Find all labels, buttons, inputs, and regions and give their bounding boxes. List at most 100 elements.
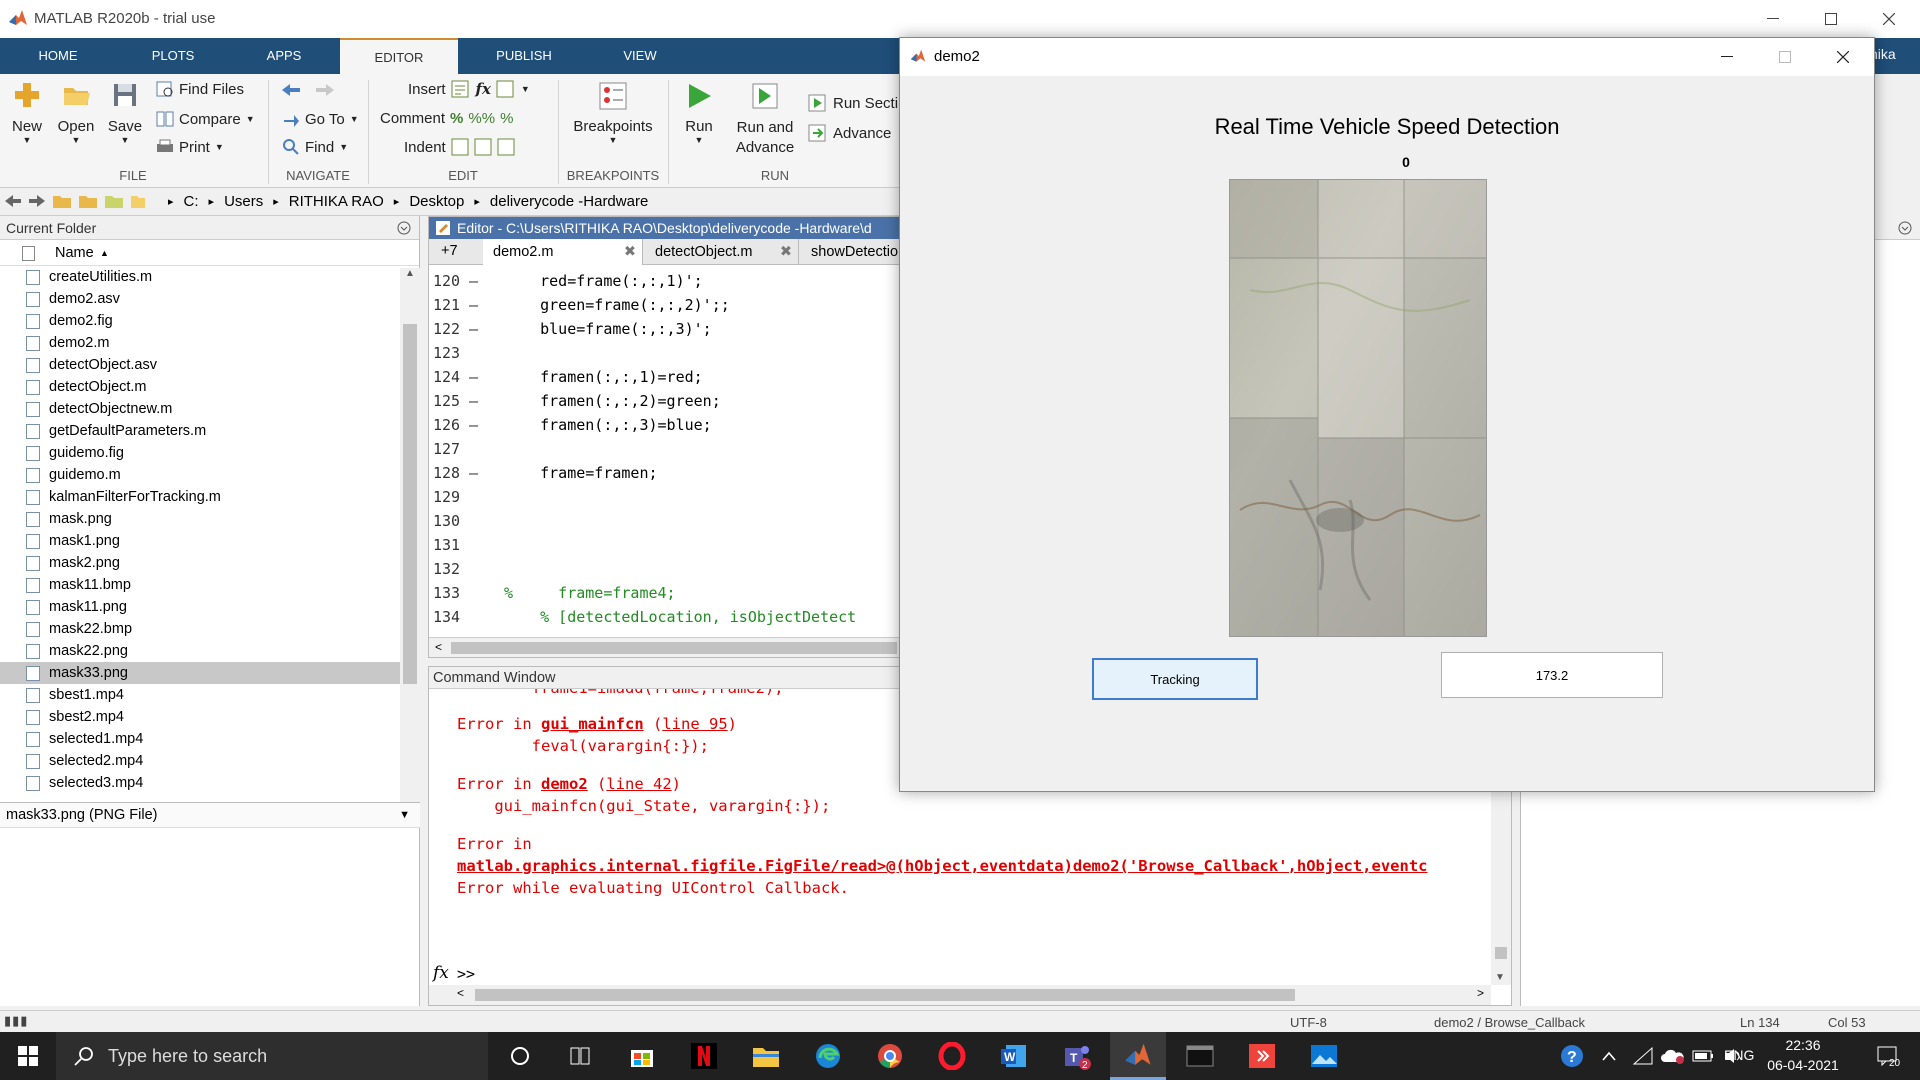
breakpoint-marker[interactable]: – bbox=[469, 389, 478, 413]
comment-button[interactable]: Comment%%%% bbox=[380, 110, 513, 127]
save-button[interactable]: Save ▼ bbox=[104, 80, 146, 145]
error-callback-link[interactable]: matlab.graphics.internal.figfile.FigFile… bbox=[457, 857, 1428, 875]
scroll-up-icon[interactable]: ▲ bbox=[400, 268, 420, 279]
file-list-item[interactable]: kalmanFilterForTracking.m bbox=[0, 486, 400, 508]
file-list-item[interactable]: mask33.png bbox=[0, 662, 400, 684]
breakpoint-marker[interactable]: – bbox=[469, 317, 478, 341]
forward-arrow-icon[interactable] bbox=[314, 82, 336, 98]
error-line-link[interactable]: line 95 bbox=[662, 715, 727, 733]
code-line[interactable]: 125– framen(:,:,2)=green; bbox=[429, 389, 899, 413]
terminal-icon[interactable] bbox=[1172, 1032, 1228, 1080]
folder-settings-icon[interactable] bbox=[104, 193, 124, 209]
code-line[interactable]: 131 bbox=[429, 533, 899, 557]
file-list-item[interactable]: mask22.png bbox=[0, 640, 400, 662]
find-button[interactable]: Find ▼ bbox=[282, 138, 348, 156]
breakpoint-marker[interactable]: – bbox=[469, 413, 478, 437]
close-tab-icon[interactable]: ✖ bbox=[780, 239, 792, 265]
file-list-item[interactable]: sbest1.mp4 bbox=[0, 684, 400, 706]
demo2-close-button[interactable] bbox=[1814, 38, 1872, 76]
file-list-item[interactable]: demo2.m bbox=[0, 332, 400, 354]
breadcrumb-item[interactable]: C: bbox=[184, 193, 199, 210]
file-list-item[interactable]: createUtilities.m bbox=[0, 266, 400, 288]
file-list-item[interactable]: selected2.mp4 bbox=[0, 750, 400, 772]
insert-button[interactable]: Insert fx ▼ bbox=[408, 80, 530, 98]
more-tabs-button[interactable]: +7 bbox=[441, 243, 458, 259]
code-line[interactable]: 124– framen(:,:,1)=red; bbox=[429, 365, 899, 389]
code-line[interactable]: 126– framen(:,:,3)=blue; bbox=[429, 413, 899, 437]
windows-start-icon[interactable] bbox=[0, 1032, 56, 1080]
up-folder-icon[interactable] bbox=[52, 193, 72, 209]
tab-editor[interactable]: EDITOR bbox=[340, 38, 458, 74]
scrollbar-thumb[interactable] bbox=[451, 642, 897, 654]
netflix-icon[interactable] bbox=[676, 1032, 732, 1080]
tab-showdetections-m[interactable]: showDetections.m bbox=[801, 239, 911, 265]
smart-indent-icon[interactable] bbox=[451, 138, 469, 156]
search-box[interactable]: Type here to search bbox=[56, 1032, 488, 1080]
code-line[interactable]: 122– blue=frame(:,:,3)'; bbox=[429, 317, 899, 341]
error-function-link[interactable]: gui_mainfcn bbox=[541, 715, 644, 733]
opera-icon[interactable] bbox=[924, 1032, 980, 1080]
error-function-link[interactable]: demo2 bbox=[541, 775, 588, 793]
code-line[interactable]: 134 % [detectedLocation, isObjectDetect bbox=[429, 605, 899, 629]
tracking-button[interactable]: Tracking bbox=[1092, 658, 1258, 700]
scrollbar-thumb[interactable] bbox=[475, 989, 1295, 1001]
command-prompt[interactable]: >> bbox=[457, 965, 475, 983]
chrome-icon[interactable] bbox=[862, 1032, 918, 1080]
find-files-button[interactable]: Find Files bbox=[156, 80, 244, 98]
close-button[interactable] bbox=[1860, 0, 1918, 38]
code-line[interactable]: 123 bbox=[429, 341, 899, 365]
task-view-icon[interactable] bbox=[552, 1032, 608, 1080]
new-button[interactable]: New ▼ bbox=[6, 80, 48, 145]
file-list-item[interactable]: guidemo.m bbox=[0, 464, 400, 486]
name-column-header[interactable]: Name bbox=[55, 240, 94, 266]
code-line[interactable]: 132 bbox=[429, 557, 899, 581]
teams-icon[interactable]: T2 bbox=[1048, 1032, 1104, 1080]
scroll-left-icon[interactable]: < bbox=[435, 640, 442, 654]
tab-plots[interactable]: PLOTS bbox=[130, 38, 216, 74]
file-list-item[interactable]: mask2.png bbox=[0, 552, 400, 574]
breakpoint-marker[interactable]: – bbox=[469, 269, 478, 293]
file-list-item[interactable]: detectObject.m bbox=[0, 376, 400, 398]
indent-button[interactable]: Indent bbox=[404, 138, 515, 156]
breakpoint-marker[interactable]: – bbox=[469, 365, 478, 389]
file-details-bar[interactable]: mask33.png (PNG File) ▼ bbox=[0, 802, 420, 828]
breadcrumb-item[interactable]: Users bbox=[224, 193, 263, 210]
indent-icon[interactable] bbox=[474, 138, 492, 156]
go-to-button[interactable]: Go To ▼ bbox=[282, 110, 359, 128]
cortana-icon[interactable] bbox=[492, 1032, 548, 1080]
close-tab-icon[interactable]: ✖ bbox=[624, 239, 636, 265]
fx-icon[interactable]: fx bbox=[476, 80, 491, 98]
tab-view[interactable]: VIEW bbox=[600, 38, 680, 74]
file-list-item[interactable]: mask11.png bbox=[0, 596, 400, 618]
file-explorer-icon[interactable] bbox=[738, 1032, 794, 1080]
word-icon[interactable]: W bbox=[986, 1032, 1042, 1080]
error-line-link[interactable]: line 42 bbox=[606, 775, 671, 793]
run-button[interactable]: Run ▼ bbox=[676, 80, 722, 145]
code-line[interactable]: 133 % frame=frame4; bbox=[429, 581, 899, 605]
breadcrumb-item[interactable]: deliverycode -Hardware bbox=[490, 193, 648, 210]
compare-button[interactable]: Compare ▼ bbox=[156, 110, 255, 128]
demo2-minimize-button[interactable] bbox=[1698, 38, 1756, 76]
run-and-advance-button[interactable]: Run and Advance bbox=[730, 80, 800, 158]
back-arrow-icon[interactable] bbox=[4, 193, 22, 209]
breakpoints-button[interactable]: Breakpoints ▼ bbox=[568, 80, 658, 145]
battery-icon[interactable] bbox=[1686, 1032, 1720, 1080]
forward-arrow-icon[interactable] bbox=[28, 193, 46, 209]
language-indicator[interactable]: ENG bbox=[1724, 1047, 1754, 1063]
file-list-scrollbar[interactable]: ▲ ▼ bbox=[400, 268, 420, 828]
file-list-item[interactable]: demo2.fig bbox=[0, 310, 400, 332]
edge-icon[interactable] bbox=[800, 1032, 856, 1080]
scroll-left-icon[interactable]: < bbox=[457, 986, 464, 1000]
help-icon[interactable]: ? bbox=[1552, 1032, 1592, 1080]
outdent-icon[interactable] bbox=[497, 138, 515, 156]
scrollbar-thumb[interactable] bbox=[1495, 947, 1507, 959]
file-list-item[interactable]: mask22.bmp bbox=[0, 618, 400, 640]
tab-detectobject-m[interactable]: detectObject.m ✖ bbox=[645, 239, 799, 265]
matlab-taskbar-icon[interactable] bbox=[1110, 1032, 1166, 1080]
photos-icon[interactable] bbox=[1296, 1032, 1352, 1080]
anydesk-icon[interactable] bbox=[1234, 1032, 1290, 1080]
run-section-button[interactable]: Run Secti bbox=[808, 94, 898, 112]
code-line[interactable]: 130 bbox=[429, 509, 899, 533]
code-line[interactable]: 129 bbox=[429, 485, 899, 509]
code-line[interactable]: 127 bbox=[429, 437, 899, 461]
